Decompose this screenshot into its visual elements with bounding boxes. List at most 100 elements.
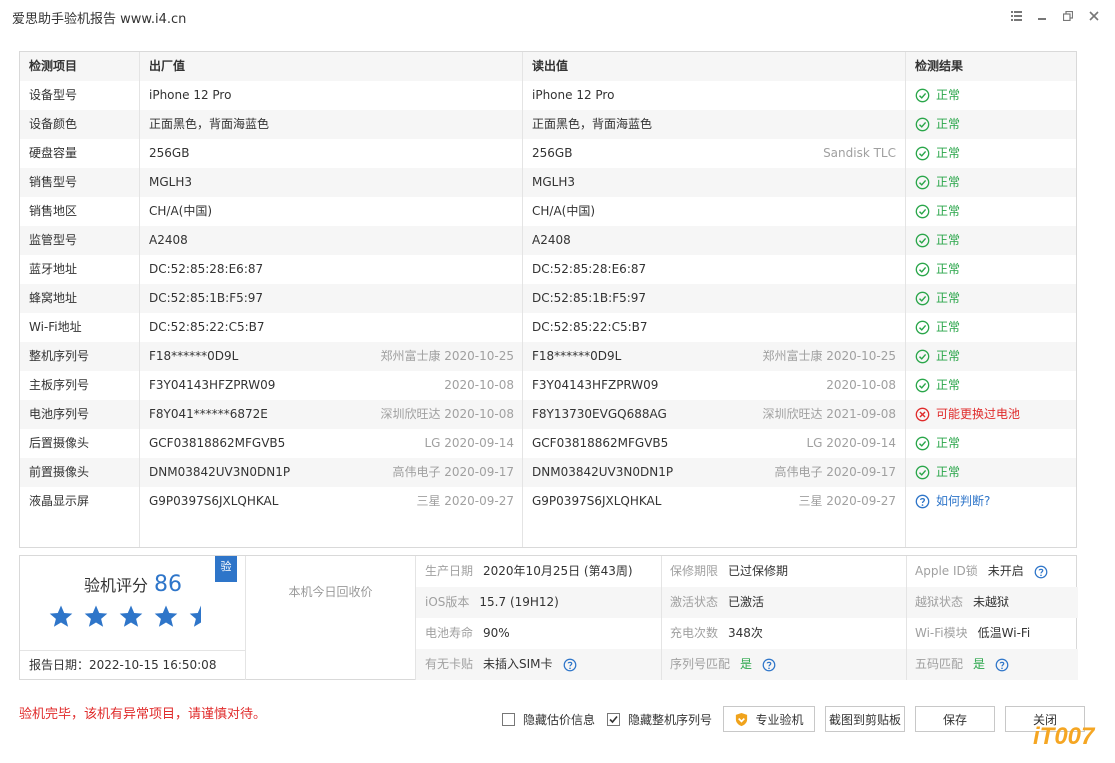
factory-value: iPhone 12 Pro <box>149 88 232 102</box>
item-name: 设备颜色 <box>29 117 78 131</box>
read-value: MGLH3 <box>532 175 575 189</box>
score-box: 验机评分 86 验 报告日期：2022-10-15 16:50:08 <box>20 556 245 672</box>
info-value: 未插入SIM卡 <box>483 657 553 671</box>
table-row: 主板序列号 F3Y04143HFZPRW09 2020-10-08 F3Y04143H… <box>20 371 1076 400</box>
read-value: F8Y13730EVGQ688AG <box>532 407 667 421</box>
factory-value: DC:52:85:1B:F5:97 <box>149 291 264 305</box>
restore-icon[interactable] <box>1055 6 1081 26</box>
factory-note <box>320 110 514 139</box>
pro-check-button[interactable]: 专业验机 <box>723 706 815 732</box>
item-name: Wi-Fi地址 <box>29 320 82 334</box>
info-value: 已激活 <box>728 595 765 609</box>
info-label: 充电次数 <box>670 626 719 640</box>
save-button[interactable]: 保存 <box>915 706 995 732</box>
table-row: 设备颜色 正面黑色，背面海蓝色 正面黑色，背面海蓝色 正常 <box>20 110 1076 139</box>
factory-value: MGLH3 <box>149 175 192 189</box>
check-circle-icon <box>915 233 930 248</box>
factory-note <box>320 139 514 168</box>
result-text: 正常 <box>936 233 961 247</box>
factory-value: DC:52:85:22:C5:B7 <box>149 320 265 334</box>
close-icon[interactable] <box>1081 6 1107 26</box>
menu-icon[interactable] <box>1003 6 1029 26</box>
item-name: 设备型号 <box>29 88 78 102</box>
info-cell: 生产日期 2020年10月25日 (第43周) <box>425 556 633 587</box>
factory-note <box>320 284 514 313</box>
read-note: LG 2020-09-14 <box>806 436 896 450</box>
recycle-price-label: 本机今日回收价 <box>288 585 373 599</box>
minimize-icon[interactable] <box>1029 6 1055 26</box>
result-cell: 正常 <box>915 284 960 313</box>
column-divider <box>522 52 523 547</box>
info-row: 生产日期 2020年10月25日 (第43周) 保修期限 已过保修期 Apple ID锁… <box>416 556 1078 587</box>
factory-value: F3Y04143HFZPRW09 <box>149 378 276 392</box>
help-icon[interactable] <box>762 658 776 672</box>
factory-note: 三星 2020-09-27 <box>416 494 514 508</box>
factory-value: CH/A(中国) <box>149 204 213 218</box>
item-name: 硬盘容量 <box>29 146 78 160</box>
info-label: 保修期限 <box>670 564 719 578</box>
info-value: 低温Wi-Fi <box>977 626 1031 640</box>
star-full-icon <box>153 604 179 633</box>
info-label: iOS版本 <box>425 595 470 609</box>
result-cell: 正常 <box>915 255 960 284</box>
report-date: 报告日期：2022-10-15 16:50:08 <box>20 650 245 680</box>
check-circle-icon <box>915 349 930 364</box>
result-text: 正常 <box>936 175 961 189</box>
factory-value: 256GB <box>149 146 190 160</box>
help-icon[interactable] <box>995 658 1009 672</box>
factory-note <box>320 313 514 342</box>
table-row: 蓝牙地址 DC:52:85:28:E6:87 DC:52:85:28:E6:87 正常 <box>20 255 1076 284</box>
read-value: 正面黑色，背面海蓝色 <box>532 117 653 131</box>
checkbox-icon[interactable] <box>607 713 620 726</box>
table-row: 设备型号 iPhone 12 Pro iPhone 12 Pro 正常 <box>20 81 1076 110</box>
result-cell[interactable]: 如何判断? <box>915 487 990 516</box>
result-text[interactable]: 如何判断? <box>936 487 990 516</box>
read-note <box>710 197 896 226</box>
read-note <box>710 81 896 110</box>
factory-value: F8Y041******6872E <box>149 407 268 421</box>
info-row: 有无卡贴 未插入SIM卡 序列号匹配是五码匹配是 <box>416 649 1078 680</box>
info-cell: 序列号匹配是 <box>670 649 776 680</box>
header-item: 检测项目 <box>29 59 78 73</box>
hide-price-checkbox[interactable]: 隐藏估价信息 <box>502 711 595 728</box>
score-value: 86 <box>154 572 183 597</box>
help-icon[interactable] <box>1034 565 1048 579</box>
hide-serial-checkbox[interactable]: 隐藏整机序列号 <box>607 711 712 728</box>
checkbox-icon[interactable] <box>502 713 515 726</box>
check-circle-icon <box>915 262 930 277</box>
table-row: 整机序列号 F18******0D9L 郑州富士康 2020-10-25 F18***… <box>20 342 1076 371</box>
check-circle-icon <box>915 378 930 393</box>
info-value: 未开启 <box>987 564 1024 578</box>
item-name: 电池序列号 <box>29 407 90 421</box>
check-circle-icon <box>915 320 930 335</box>
read-note: 深圳欣旺达 2021-09-08 <box>762 407 896 421</box>
info-value: 已过保修期 <box>728 564 789 578</box>
shield-heart-icon <box>736 712 748 726</box>
screenshot-button[interactable]: 截图到剪贴板 <box>825 706 905 732</box>
info-label: 五码匹配 <box>915 657 964 671</box>
info-value: 是 <box>740 657 753 671</box>
help-icon[interactable] <box>563 658 577 672</box>
read-note: 郑州富士康 2020-10-25 <box>762 349 896 363</box>
result-cell: 正常 <box>915 81 960 110</box>
recycle-price[interactable]: 本机今日回收价 <box>245 556 415 680</box>
factory-note: 深圳欣旺达 2020-10-08 <box>380 407 514 421</box>
factory-value: GCF03818862MFGVB5 <box>149 436 286 450</box>
star-full-icon <box>83 604 109 633</box>
info-label: 越狱状态 <box>915 595 964 609</box>
factory-value: DNM03842UV3N0DN1P <box>149 465 291 479</box>
result-cell: 正常 <box>915 110 960 139</box>
check-circle-icon <box>915 204 930 219</box>
check-circle-icon <box>915 175 930 190</box>
item-name: 整机序列号 <box>29 349 90 363</box>
info-label: 激活状态 <box>670 595 719 609</box>
column-divider <box>905 52 906 547</box>
read-note: 三星 2020-09-27 <box>798 494 896 508</box>
read-value: DC:52:85:1B:F5:97 <box>532 291 647 305</box>
result-cell: 正常 <box>915 342 960 371</box>
factory-note: LG 2020-09-14 <box>424 436 514 450</box>
hide-price-label: 隐藏估价信息 <box>523 713 596 727</box>
detection-table: 检测项目 出厂值 读出值 检测结果 设备型号 iPhone 12 Pro iPhon… <box>19 51 1077 548</box>
item-name: 前置摄像头 <box>29 465 90 479</box>
read-value: DC:52:85:28:E6:87 <box>532 262 647 276</box>
